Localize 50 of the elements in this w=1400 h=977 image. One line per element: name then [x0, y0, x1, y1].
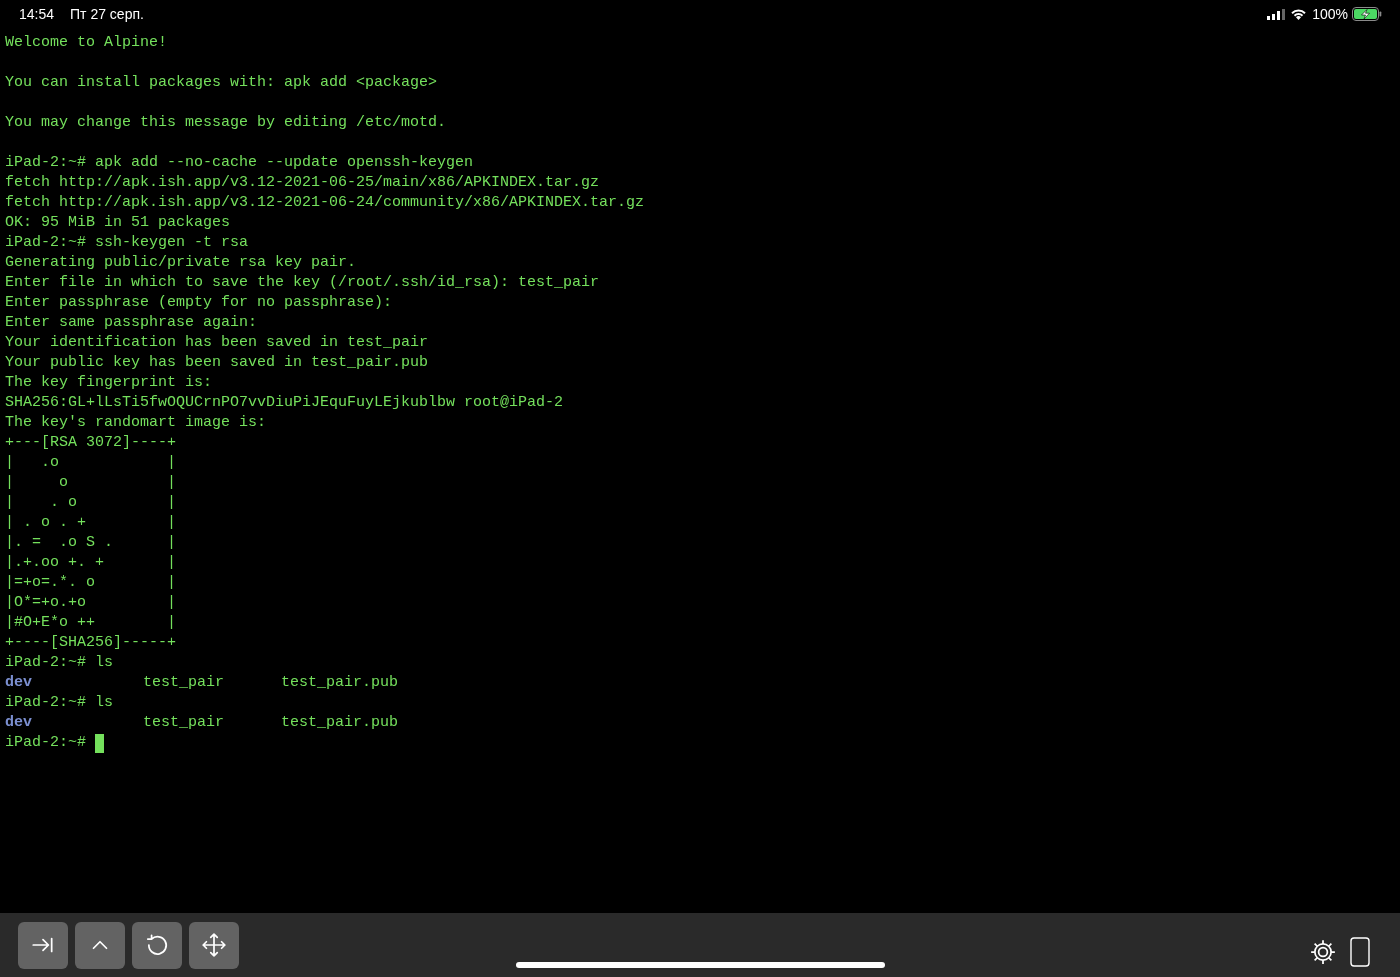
- wifi-icon: [1290, 8, 1308, 20]
- terminal-line: You may change this message by editing /etc/motd.: [5, 113, 447, 133]
- directory-name: dev: [5, 673, 32, 693]
- terminal-line: Enter same passphrase again:: [5, 313, 258, 333]
- terminal-line: |#O+E*o ++ |: [5, 613, 177, 633]
- keyboard-hide-icon[interactable]: [1350, 937, 1370, 967]
- terminal-prompt: iPad-2:~#: [5, 733, 86, 753]
- terminal-line: iPad-2:~# ls: [5, 693, 114, 713]
- terminal-line: |. = .o S . |: [5, 533, 177, 553]
- terminal-line: iPad-2:~# apk add --no-cache --update openssh-keygen: [5, 153, 474, 173]
- terminal-line: Enter passphrase (empty for no passphrase):: [5, 293, 393, 313]
- arrow-keys-button[interactable]: [189, 921, 239, 969]
- file-name: test_pair.pub: [281, 713, 399, 733]
- terminal-line: | . o |: [5, 493, 177, 513]
- terminal-line: Your public key has been saved in test_pair.pub: [5, 353, 429, 373]
- terminal-line: SHA256:GL+lLsTi5fwOQUCrnPO7vvDiuPiJEquFuyLEjkublbw root@iPad-2: [5, 393, 564, 413]
- terminal-line: Your identification has been saved in test_pair: [5, 333, 429, 353]
- terminal-line: +----[SHA256]-----+: [5, 633, 177, 653]
- status-time: 14:54: [19, 6, 55, 22]
- file-name: test_pair.pub: [281, 673, 399, 693]
- terminal-line: fetch http://apk.ish.app/v3.12-2021-06-24/community/x86/APKINDEX.tar.gz: [5, 193, 645, 213]
- terminal-line: The key fingerprint is:: [5, 373, 213, 393]
- battery-percent: 100%: [1312, 6, 1348, 22]
- terminal-line: iPad-2:~# ssh-keygen -t rsa: [5, 233, 249, 253]
- escape-key[interactable]: [132, 921, 182, 969]
- move-arrows-icon: [201, 932, 227, 958]
- terminal-line: fetch http://apk.ish.app/v3.12-2021-06-25/main/x86/APKINDEX.tar.gz: [5, 173, 600, 193]
- signal-icon: [1267, 8, 1286, 20]
- terminal-line: OK: 95 MiB in 51 packages: [5, 213, 231, 233]
- terminal-line: | .o |: [5, 453, 177, 473]
- terminal-line: Generating public/private rsa key pair.: [5, 253, 357, 273]
- terminal-line: +---[RSA 3072]----+: [5, 433, 177, 453]
- terminal-line: iPad-2:~# ls: [5, 653, 114, 673]
- rotate-arrow-icon: [144, 932, 170, 958]
- terminal-line: |O*=+o.+o |: [5, 593, 177, 613]
- terminal-line: Enter file in which to save the key (/root/.ssh/id_rsa): test_pair: [5, 273, 600, 293]
- terminal-line: | o |: [5, 473, 177, 493]
- status-date: Пт 27 серп.: [70, 6, 144, 22]
- directory-name: dev: [5, 713, 32, 733]
- terminal-line: |=+o=.*. o |: [5, 573, 177, 593]
- file-name: test_pair: [143, 713, 224, 733]
- terminal-line: Welcome to Alpine!: [5, 33, 168, 53]
- control-key[interactable]: [75, 921, 125, 969]
- file-name: test_pair: [143, 673, 224, 693]
- terminal-line: | . o . + |: [5, 513, 177, 533]
- terminal-line: You can install packages with: apk add <package>: [5, 73, 438, 93]
- tab-key[interactable]: [18, 921, 68, 969]
- terminal-line: |.+.oo +. + |: [5, 553, 177, 573]
- terminal-line: The key's randomart image is:: [5, 413, 267, 433]
- settings-icon[interactable]: [1308, 937, 1338, 967]
